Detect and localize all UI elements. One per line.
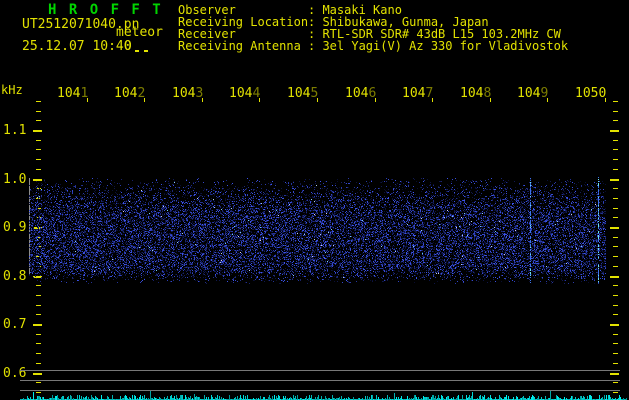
axis-tick — [610, 227, 619, 229]
axis-tick — [613, 159, 618, 160]
x-axis-label-text: 104 — [287, 86, 310, 101]
x-axis-label: 1043 — [172, 87, 203, 100]
axis-tick — [613, 353, 618, 354]
x-axis-label-text: 104 — [57, 86, 80, 101]
axis-tick — [259, 98, 260, 102]
count-underscore-mark — [135, 50, 139, 52]
hrofft-screen: H R O F F T UT2512071040.pn meteor 25.12… — [0, 0, 629, 400]
axis-tick — [36, 314, 41, 315]
axis-tick — [36, 159, 41, 160]
axis-tick — [613, 343, 618, 344]
axis-tick — [613, 295, 618, 296]
axis-tick — [375, 98, 376, 102]
axis-tick — [36, 149, 41, 150]
x-axis-label-text: 104 — [172, 86, 195, 101]
axis-tick — [613, 285, 618, 286]
x-axis-label-text: 104 — [114, 86, 137, 101]
x-axis-label-text: 104 — [517, 86, 540, 101]
axis-tick — [613, 266, 618, 267]
x-axis-label-text: 104 — [345, 86, 368, 101]
axis-tick — [33, 373, 42, 375]
axis-tick — [36, 363, 41, 364]
axis-tick — [36, 169, 41, 170]
axis-tick — [36, 353, 41, 354]
axis-tick — [36, 382, 41, 383]
axis-tick — [490, 98, 491, 102]
axis-tick — [613, 217, 618, 218]
signal-level-trace — [20, 390, 627, 400]
axis-tick — [36, 140, 41, 141]
axis-tick — [432, 98, 433, 102]
x-axis-label-text: 104 — [402, 86, 425, 101]
info-label: Receiving Antenna — [178, 40, 308, 52]
axis-tick — [613, 256, 618, 257]
app-title: H R O F F T — [48, 3, 163, 17]
y-axis-unit-label: kHz — [1, 84, 23, 96]
x-axis-label: 1044 — [229, 87, 260, 100]
axis-tick — [36, 111, 41, 112]
datetime-label: 25.12.07 10:40 — [22, 40, 132, 53]
axis-tick — [613, 305, 618, 306]
x-axis-label-text: 104 — [460, 86, 483, 101]
y-axis-label: 0.9 — [3, 221, 26, 234]
x-axis-label: 1041 — [57, 87, 88, 100]
axis-tick — [613, 101, 618, 102]
axis-tick — [317, 98, 318, 102]
axis-tick — [36, 295, 41, 296]
x-axis-label: 1046 — [345, 87, 376, 100]
axis-tick — [610, 179, 619, 181]
axis-tick — [36, 343, 41, 344]
x-axis-label: 1042 — [114, 87, 145, 100]
axis-tick — [613, 149, 618, 150]
axis-tick — [613, 363, 618, 364]
axis-tick — [613, 198, 618, 199]
axis-tick — [36, 285, 41, 286]
axis-tick — [610, 130, 619, 132]
axis-tick — [613, 334, 618, 335]
axis-tick — [613, 120, 618, 121]
axis-tick — [613, 237, 618, 238]
echo-count: 0 — [124, 40, 132, 53]
y-axis-label: 0.6 — [3, 367, 26, 380]
axis-tick — [202, 98, 203, 102]
baseline-line — [20, 370, 620, 371]
axis-tick — [36, 334, 41, 335]
axis-tick — [36, 101, 41, 102]
x-axis-label: 1045 — [287, 87, 318, 100]
axis-tick — [613, 140, 618, 141]
info-value: : 3el Yagi(V) Az 330 for Vladivostok — [308, 39, 568, 53]
station-info-row: Receiving Antenna: 3el Yagi(V) Az 330 fo… — [178, 40, 568, 52]
axis-tick — [547, 98, 548, 102]
y-axis-label: 1.0 — [3, 173, 26, 186]
spectrogram-noise-band — [29, 175, 606, 285]
axis-tick — [610, 324, 619, 326]
axis-tick — [613, 111, 618, 112]
axis-tick — [144, 98, 145, 102]
x-axis-label-text: 104 — [229, 86, 252, 101]
count-underscore-mark — [144, 50, 148, 52]
axis-tick — [613, 246, 618, 247]
axis-tick — [87, 98, 88, 102]
axis-tick — [610, 373, 619, 375]
axis-tick — [613, 188, 618, 189]
y-axis-label: 0.7 — [3, 318, 26, 331]
x-axis-label: 1049 — [517, 87, 548, 100]
axis-tick — [36, 305, 41, 306]
x-axis-label: 1050 — [575, 87, 606, 100]
x-axis-label: 1047 — [402, 87, 433, 100]
axis-tick — [613, 208, 618, 209]
y-axis-label: 0.8 — [3, 270, 26, 283]
axis-tick — [613, 314, 618, 315]
axis-tick — [605, 98, 606, 102]
axis-tick — [613, 169, 618, 170]
x-axis-label: 1048 — [460, 87, 491, 100]
axis-tick — [33, 130, 42, 132]
axis-tick — [33, 324, 42, 326]
axis-tick — [613, 382, 618, 383]
axis-tick — [610, 276, 619, 278]
axis-tick — [36, 120, 41, 121]
baseline-line — [20, 380, 620, 381]
filename-overlay-meteor: meteor — [116, 26, 163, 39]
y-axis-label: 1.1 — [3, 124, 26, 137]
